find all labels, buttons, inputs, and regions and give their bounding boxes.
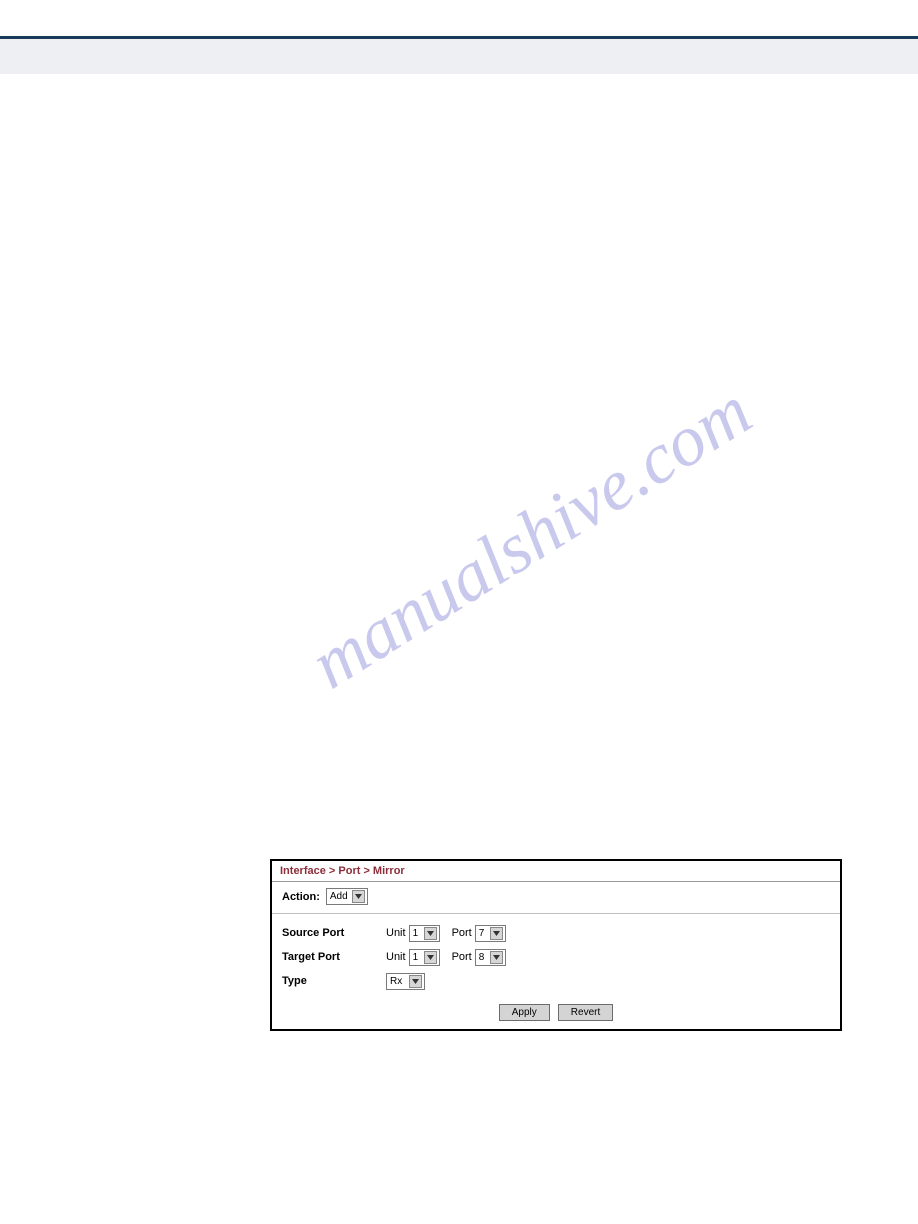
- action-select-value: Add: [329, 891, 350, 902]
- target-unit-select[interactable]: 1: [409, 949, 440, 966]
- target-port-port-label: Port: [452, 951, 472, 963]
- target-port-row: Target Port Unit 1 Port 8: [282, 946, 830, 968]
- fields-section: Source Port Unit 1 Port 7 Target Port Un…: [272, 914, 840, 998]
- type-label: Type: [282, 975, 386, 987]
- chevron-down-icon: [409, 975, 422, 988]
- header-bar: [0, 36, 918, 74]
- target-port-label: Target Port: [282, 951, 386, 963]
- source-port-port-label: Port: [452, 927, 472, 939]
- chevron-down-icon: [490, 927, 503, 940]
- breadcrumb: Interface > Port > Mirror: [272, 861, 840, 882]
- action-select[interactable]: Add: [326, 888, 368, 905]
- button-row: Apply Revert: [272, 998, 840, 1029]
- apply-button[interactable]: Apply: [499, 1004, 550, 1021]
- chevron-down-icon: [424, 927, 437, 940]
- mirror-config-panel: Interface > Port > Mirror Action: Add So…: [270, 859, 842, 1031]
- source-port-select[interactable]: 7: [475, 925, 506, 942]
- source-unit-label: Unit: [386, 927, 406, 939]
- chevron-down-icon: [490, 951, 503, 964]
- source-unit-select[interactable]: 1: [409, 925, 440, 942]
- source-port-label: Source Port: [282, 927, 386, 939]
- revert-button[interactable]: Revert: [558, 1004, 613, 1021]
- chevron-down-icon: [424, 951, 437, 964]
- source-unit-value: 1: [412, 928, 422, 939]
- chevron-down-icon: [352, 890, 365, 903]
- target-unit-value: 1: [412, 952, 422, 963]
- type-row: Type Rx: [282, 970, 830, 992]
- action-row: Action: Add: [272, 882, 840, 914]
- type-value: Rx: [389, 976, 407, 987]
- action-label: Action:: [282, 891, 320, 903]
- target-port-select[interactable]: 8: [475, 949, 506, 966]
- source-port-row: Source Port Unit 1 Port 7: [282, 922, 830, 944]
- watermark-text: manualshive.com: [296, 369, 766, 705]
- type-select[interactable]: Rx: [386, 973, 425, 990]
- target-unit-label: Unit: [386, 951, 406, 963]
- target-port-value: 8: [478, 952, 488, 963]
- source-port-value: 7: [478, 928, 488, 939]
